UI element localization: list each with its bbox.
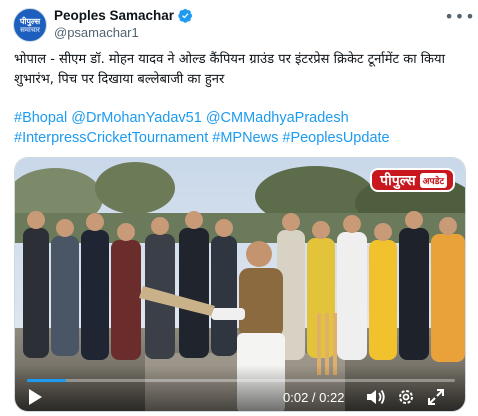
hashtag-link[interactable]: #MPNews bbox=[212, 130, 278, 146]
hashtag-link[interactable]: #PeoplesUpdate bbox=[282, 130, 389, 146]
hashtag-link[interactable]: #Bhopal bbox=[14, 110, 67, 126]
display-name[interactable]: Peoples Samachar bbox=[54, 8, 174, 23]
avatar-text-2: समाचार bbox=[20, 25, 40, 34]
progress-bar[interactable] bbox=[27, 379, 455, 382]
mention-link[interactable]: @DrMohanYadav51 bbox=[71, 110, 202, 126]
video-controls: 0:02 / 0:22 bbox=[15, 365, 465, 411]
tweet-header: पीपुल्स समाचार Peoples Samachar @psamach… bbox=[0, 0, 478, 44]
hashtag-link[interactable]: #InterpressCricketTournament bbox=[14, 130, 208, 146]
brand-tag-text: अपडेट bbox=[419, 172, 447, 188]
mention-link[interactable]: @CMMadhyaPradesh bbox=[206, 110, 349, 126]
fullscreen-icon[interactable] bbox=[425, 387, 447, 407]
volume-icon[interactable] bbox=[365, 387, 387, 407]
account-handle[interactable]: @psamachar1 bbox=[54, 25, 139, 40]
tweet-text: भोपाल - सीएम डॉ. मोहन यादव ने ओल्ड कैंपि… bbox=[14, 52, 445, 87]
settings-icon[interactable] bbox=[395, 387, 417, 407]
avatar[interactable]: पीपुल्स समाचार bbox=[13, 8, 47, 42]
more-icon[interactable]: ••• bbox=[444, 6, 474, 26]
hashtag-line-2: #InterpressCricketTournament #MPNews #Pe… bbox=[14, 128, 469, 148]
progress-fill bbox=[27, 379, 66, 382]
brand-main-text: पीपुल्स bbox=[380, 172, 416, 189]
video-time: 0:02 / 0:22 bbox=[283, 390, 345, 405]
avatar-text-1: पीपुल्स bbox=[19, 16, 41, 26]
verified-badge-icon bbox=[178, 8, 193, 23]
name-row: Peoples Samachar bbox=[54, 8, 193, 23]
video-player[interactable]: पीपुल्स अपडेट 0:02 / 0:22 bbox=[14, 157, 466, 412]
hashtag-line-1: #Bhopal @DrMohanYadav51 @CMMadhyaPradesh bbox=[14, 108, 469, 128]
hashtags: #Bhopal @DrMohanYadav51 @CMMadhyaPradesh… bbox=[14, 108, 469, 148]
play-icon[interactable] bbox=[25, 387, 45, 407]
channel-logo: पीपुल्स अपडेट bbox=[370, 168, 455, 192]
